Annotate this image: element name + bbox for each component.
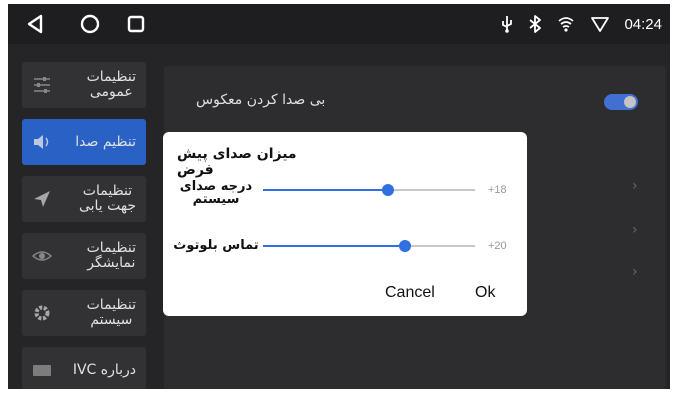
bluetooth-icon <box>529 15 542 33</box>
bluetooth-call-label: تماس بلوتوث <box>173 238 259 253</box>
usb-icon <box>502 16 513 33</box>
slider-fill <box>263 245 406 247</box>
system-volume-label: درجه صدای سیستم <box>179 179 253 207</box>
clock: 04:24 <box>624 15 662 33</box>
slider-thumb[interactable] <box>382 184 395 196</box>
home-icon[interactable] <box>78 12 102 36</box>
ok-button[interactable]: Ok <box>475 284 495 302</box>
screen: 04:24 تنظیمات عمومی تنظیم صدا تنظیمات جه <box>8 4 670 389</box>
dialog-title: میزان صدای پیش فرض <box>177 146 297 178</box>
back-icon[interactable] <box>24 12 46 36</box>
slider-thumb[interactable] <box>399 240 412 252</box>
bluetooth-call-value: +20 <box>488 240 507 252</box>
default-volume-dialog: میزان صدای پیش فرض درجه صدای سیستم +18 ت… <box>163 132 527 316</box>
recents-icon[interactable] <box>124 12 148 36</box>
signal-icon <box>591 17 610 32</box>
status-bar: 04:24 <box>8 4 670 44</box>
system-volume-value: +18 <box>488 184 507 196</box>
wifi-calling-icon <box>558 17 575 32</box>
cancel-button[interactable]: Cancel <box>385 284 435 302</box>
slider-fill <box>263 189 389 191</box>
system-volume-slider[interactable] <box>263 184 475 196</box>
bluetooth-call-slider[interactable] <box>263 240 475 252</box>
